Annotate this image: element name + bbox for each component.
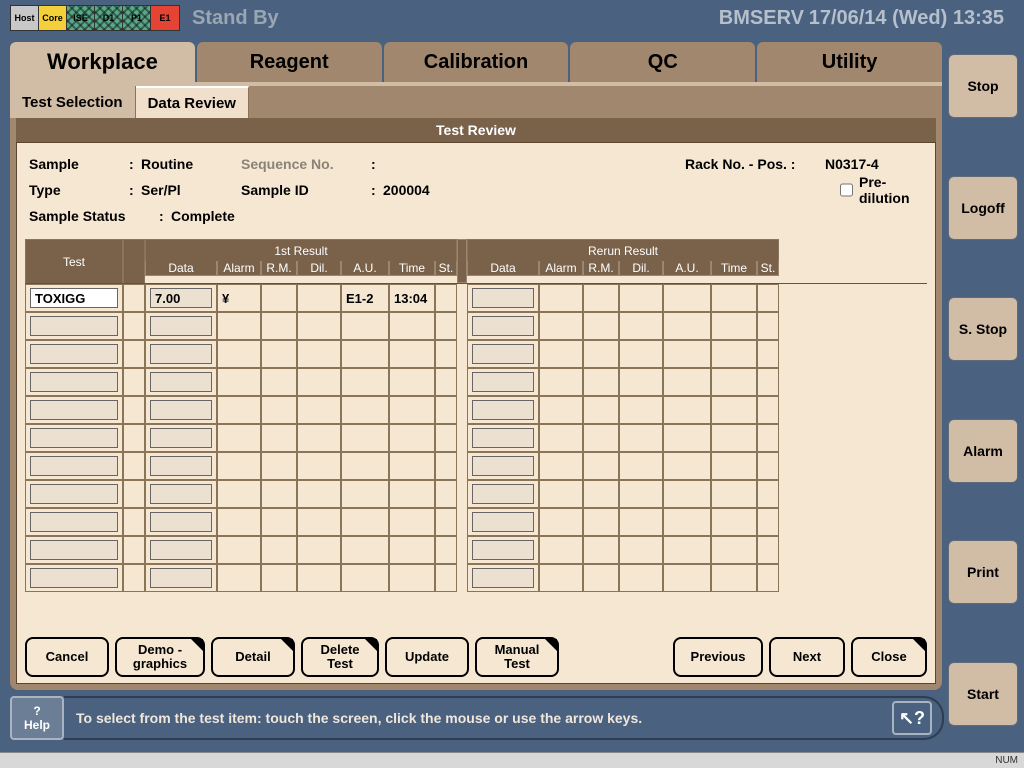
user-name: BMSERV bbox=[719, 7, 804, 30]
system-status: Stand By bbox=[192, 7, 279, 30]
help-button[interactable]: ? Help bbox=[10, 696, 64, 740]
table-row[interactable]: TOXIGG7.00¥E1-213:04 bbox=[25, 284, 927, 312]
datetime: 17/06/14 (Wed) 13:35 bbox=[809, 7, 1004, 30]
logoff-button[interactable]: Logoff bbox=[948, 176, 1018, 240]
main-tabs: WorkplaceReagentCalibrationQCUtility bbox=[10, 42, 944, 82]
result-table-body: TOXIGG7.00¥E1-213:04 bbox=[25, 283, 927, 592]
manual-test-button[interactable]: Manual Test bbox=[475, 637, 559, 677]
col-time-2: Time bbox=[711, 261, 757, 276]
next-button[interactable]: Next bbox=[769, 637, 845, 677]
tab-calibration[interactable]: Calibration bbox=[384, 42, 569, 82]
panel-title: Test Review bbox=[16, 118, 936, 142]
col-data-1: Data bbox=[145, 261, 217, 276]
col-rm-1: R.M. bbox=[261, 261, 297, 276]
s-stop-button[interactable]: S. Stop bbox=[948, 297, 1018, 361]
col-st-2: St. bbox=[757, 261, 779, 276]
col-test: Test bbox=[25, 239, 123, 283]
status-core: Core bbox=[39, 6, 67, 30]
sample-label: Sample bbox=[29, 156, 129, 172]
status-e1: E1 bbox=[151, 6, 179, 30]
table-row[interactable] bbox=[25, 480, 927, 508]
sample-status-value: Complete bbox=[171, 208, 235, 224]
subtab-test-selection[interactable]: Test Selection bbox=[10, 86, 136, 118]
sub-tabs: Test SelectionData Review bbox=[10, 86, 942, 118]
col-group-rerun: Rerun Result bbox=[467, 239, 779, 261]
subtab-data-review[interactable]: Data Review bbox=[136, 86, 249, 118]
cancel-button[interactable]: Cancel bbox=[25, 637, 109, 677]
start-button[interactable]: Start bbox=[948, 662, 1018, 726]
pre-dilution-checkbox[interactable] bbox=[840, 183, 853, 197]
alarm-button[interactable]: Alarm bbox=[948, 419, 1018, 483]
table-row[interactable] bbox=[25, 508, 927, 536]
stop-button[interactable]: Stop bbox=[948, 54, 1018, 118]
pre-dilution-label: Pre-dilution bbox=[859, 174, 927, 206]
module-status-indicators: HostCoreISED1P1E1 bbox=[10, 5, 180, 31]
status-p1: P1 bbox=[123, 6, 151, 30]
status-bar: NUM bbox=[0, 752, 1024, 768]
rack-label: Rack No. - Pos. : bbox=[685, 156, 795, 172]
col-group-first: 1st Result bbox=[145, 239, 457, 261]
tab-utility[interactable]: Utility bbox=[757, 42, 942, 82]
col-alarm-2: Alarm bbox=[539, 261, 583, 276]
tab-reagent[interactable]: Reagent bbox=[197, 42, 382, 82]
detail-button[interactable]: Detail bbox=[211, 637, 295, 677]
update-button[interactable]: Update bbox=[385, 637, 469, 677]
table-row[interactable] bbox=[25, 564, 927, 592]
numlock-indicator: NUM bbox=[995, 755, 1018, 766]
table-row[interactable] bbox=[25, 424, 927, 452]
rack-value: N0317-4 bbox=[825, 156, 879, 172]
col-rm-2: R.M. bbox=[583, 261, 619, 276]
tab-qc[interactable]: QC bbox=[570, 42, 755, 82]
table-row[interactable] bbox=[25, 368, 927, 396]
sample-status-label: Sample Status bbox=[29, 208, 159, 224]
table-row[interactable] bbox=[25, 396, 927, 424]
table-row[interactable] bbox=[25, 536, 927, 564]
sequence-no-label: Sequence No. bbox=[241, 156, 371, 172]
status-ise: ISE bbox=[67, 6, 95, 30]
col-st-1: St. bbox=[435, 261, 457, 276]
col-au-1: A.U. bbox=[341, 261, 389, 276]
col-dil-2: Dil. bbox=[619, 261, 663, 276]
demographics-button[interactable]: Demo - graphics bbox=[115, 637, 205, 677]
col-dil-1: Dil. bbox=[297, 261, 341, 276]
help-message-text: To select from the test item: touch the … bbox=[76, 710, 642, 726]
col-data-2: Data bbox=[467, 261, 539, 276]
sample-value: Routine bbox=[141, 156, 241, 172]
previous-button[interactable]: Previous bbox=[673, 637, 763, 677]
tab-workplace[interactable]: Workplace bbox=[10, 42, 195, 82]
type-label: Type bbox=[29, 182, 129, 198]
sampleid-label: Sample ID bbox=[241, 182, 371, 198]
delete-test-button[interactable]: Delete Test bbox=[301, 637, 379, 677]
sampleid-value: 200004 bbox=[383, 182, 503, 198]
table-row[interactable] bbox=[25, 340, 927, 368]
print-button[interactable]: Print bbox=[948, 540, 1018, 604]
whats-this-icon[interactable]: ↖? bbox=[892, 701, 932, 735]
help-message-bar: To select from the test item: touch the … bbox=[64, 696, 944, 740]
col-time-1: Time bbox=[389, 261, 435, 276]
col-au-2: A.U. bbox=[663, 261, 711, 276]
status-host: Host bbox=[11, 6, 39, 30]
status-d1: D1 bbox=[95, 6, 123, 30]
table-row[interactable] bbox=[25, 452, 927, 480]
table-row[interactable] bbox=[25, 312, 927, 340]
col-alarm-1: Alarm bbox=[217, 261, 261, 276]
type-value: Ser/Pl bbox=[141, 182, 241, 198]
close-button[interactable]: Close bbox=[851, 637, 927, 677]
